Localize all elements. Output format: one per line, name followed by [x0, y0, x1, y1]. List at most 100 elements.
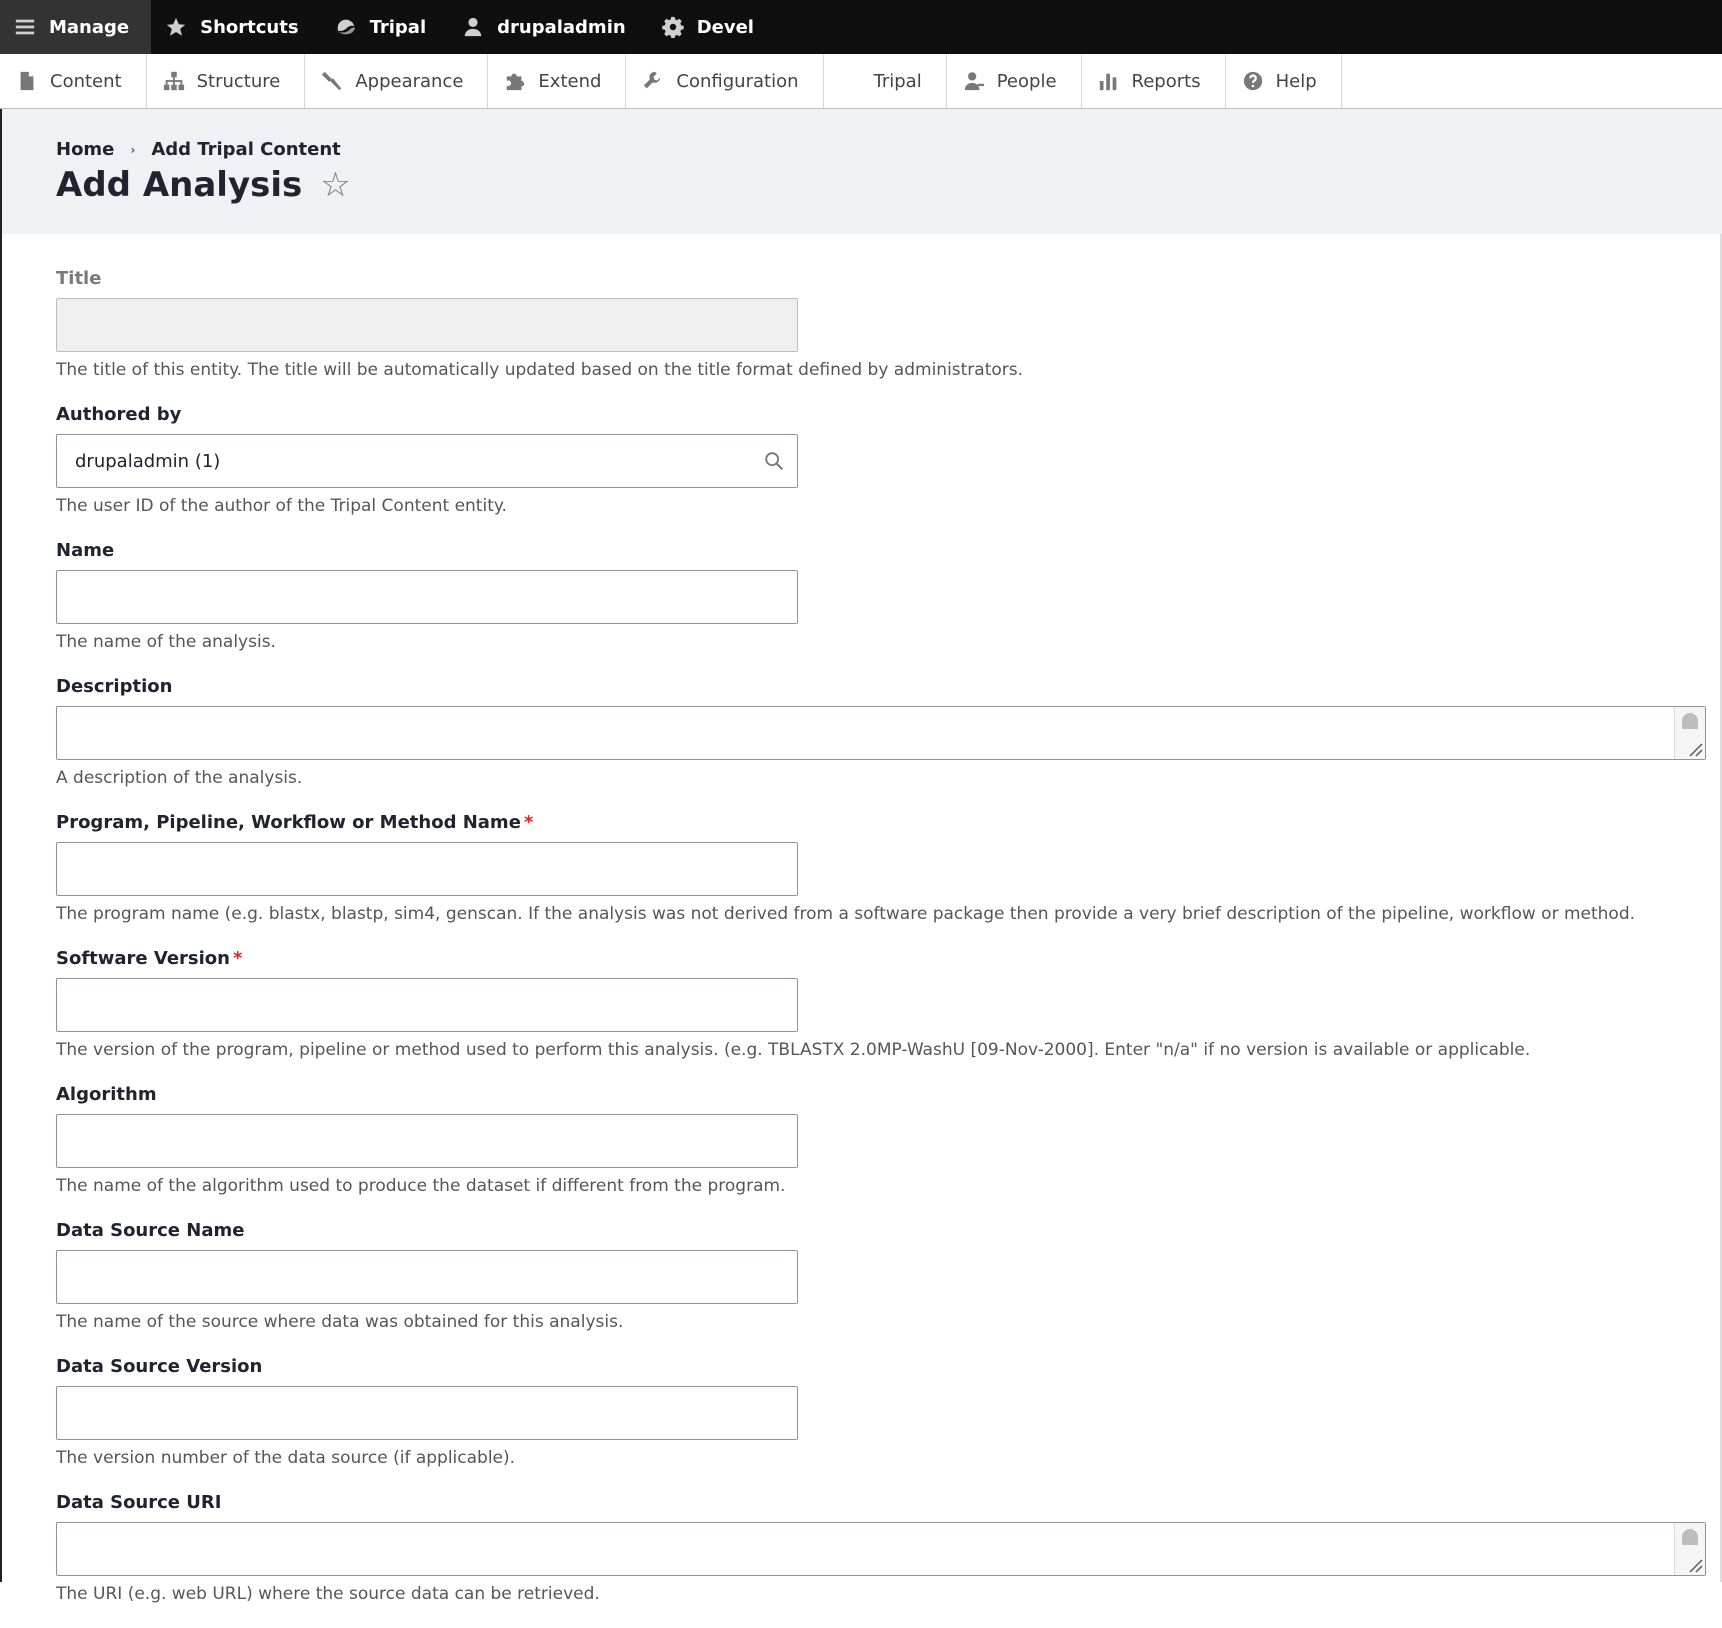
breadcrumb: Home › Add Tripal Content — [56, 139, 341, 160]
data-source-version-label: Data Source Version — [56, 1356, 263, 1377]
toolbar-devel[interactable]: Devel — [648, 0, 776, 54]
people-icon — [964, 72, 984, 91]
tray-item-content[interactable]: Content — [0, 54, 147, 108]
software-version-label: Software Version * — [56, 948, 1706, 972]
title-label: Title — [56, 268, 102, 289]
tray-item-tripal[interactable]: Tripal — [824, 54, 947, 108]
shortcut-star-icon[interactable]: ☆ — [320, 165, 350, 205]
scroll-thumb[interactable] — [1682, 713, 1698, 729]
tray-item-label: Content — [50, 70, 122, 92]
data-source-uri-field: Data Source URI The URI (e.g. web URL) w… — [56, 1492, 1706, 1608]
toolbar-item-label: Tripal — [369, 16, 427, 38]
name-input[interactable] — [56, 570, 798, 624]
data-source-version-description: The version number of the data source (i… — [56, 1448, 516, 1468]
scroll-thumb[interactable] — [1682, 1529, 1698, 1545]
page-title: Add Analysis ☆ — [56, 165, 351, 205]
toolbar-user[interactable]: drupaladmin — [448, 0, 648, 54]
toolbar-item-label: Devel — [696, 16, 754, 38]
algorithm-label: Algorithm — [56, 1084, 157, 1105]
toolbar-item-label: Shortcuts — [200, 16, 299, 38]
help-icon — [1243, 71, 1262, 91]
authored-by-input[interactable]: drupaladmin (1) — [56, 434, 798, 488]
gear-icon — [661, 16, 684, 38]
data-source-uri-textarea[interactable] — [56, 1522, 1706, 1576]
tray-item-label: Reports — [1131, 70, 1201, 92]
required-marker: * — [233, 948, 243, 969]
program-description: The program name (e.g. blastx, blastp, s… — [56, 904, 1636, 924]
algorithm-input[interactable] — [56, 1114, 798, 1168]
resize-grip-icon[interactable] — [1687, 741, 1703, 757]
tray-item-label: People — [996, 70, 1057, 92]
data-source-uri-label: Data Source URI — [56, 1492, 222, 1513]
tray-item-configuration[interactable]: Configuration — [626, 54, 824, 108]
software-version-input[interactable] — [56, 978, 798, 1032]
toolbar-tray: Content Structure Appearance Extend Conf… — [0, 54, 1722, 109]
puzzle-icon — [507, 73, 525, 91]
data-source-version-field: Data Source Version The version number o… — [56, 1356, 1706, 1472]
tray-item-label: Tripal — [873, 70, 922, 92]
page-header: Home › Add Tripal Content Add Analysis ☆ — [2, 109, 1722, 234]
program-field: Program, Pipeline, Workflow or Method Na… — [56, 812, 1706, 928]
tray-item-label: Extend — [538, 70, 602, 92]
breadcrumb-add-tripal-content-link[interactable]: Add Tripal Content — [151, 139, 340, 160]
software-version-description: The version of the program, pipeline or … — [56, 1040, 1531, 1060]
tray-item-label: Appearance — [355, 70, 464, 92]
user-icon — [464, 17, 482, 37]
tray-item-reports[interactable]: Reports — [1082, 54, 1226, 108]
breadcrumb-separator: › — [130, 142, 136, 157]
tray-item-people[interactable]: People — [947, 54, 1082, 108]
toolbar-manage[interactable]: Manage — [0, 0, 152, 54]
data-source-uri-description: The URI (e.g. web URL) where the source … — [56, 1584, 600, 1604]
menu-icon — [15, 19, 35, 35]
description-label: Description — [56, 676, 173, 697]
tray-item-structure[interactable]: Structure — [147, 54, 306, 108]
software-version-field: Software Version * The version of the pro… — [56, 948, 1706, 1064]
program-label: Program, Pipeline, Workflow or Method Na… — [56, 812, 1706, 836]
tripal-icon — [337, 19, 355, 35]
file-icon — [20, 71, 34, 91]
data-source-name-input[interactable] — [56, 1250, 798, 1304]
name-field: Name The name of the analysis. — [56, 540, 1706, 656]
description-field: Description A description of the analysi… — [56, 676, 1706, 792]
tray-item-help[interactable]: Help — [1226, 54, 1342, 108]
data-source-name-field: Data Source Name The name of the source … — [56, 1220, 1706, 1336]
tray-item-label: Configuration — [676, 70, 799, 92]
star-icon — [166, 17, 186, 36]
search-icon — [765, 452, 783, 470]
data-source-version-input[interactable] — [56, 1386, 798, 1440]
admin-toolbar: Manage Shortcuts Tripal drupaladmin Deve… — [0, 0, 1722, 54]
toolbar-tripal[interactable]: Tripal — [321, 0, 449, 54]
authored-by-description: The user ID of the author of the Tripal … — [56, 496, 507, 516]
sitemap-icon — [163, 71, 184, 91]
software-version-label-text: Software Version — [56, 948, 230, 969]
authored-by-value: drupaladmin (1) — [75, 450, 221, 472]
authored-by-label: Authored by — [56, 404, 182, 425]
page-title-text: Add Analysis — [56, 165, 303, 205]
tray-item-appearance[interactable]: Appearance — [305, 54, 489, 108]
program-input[interactable] — [56, 842, 798, 896]
tray-item-label: Structure — [196, 70, 281, 92]
name-label: Name — [56, 540, 115, 561]
data-source-name-label: Data Source Name — [56, 1220, 245, 1241]
description-description: A description of the analysis. — [56, 768, 303, 788]
title-field: Title The title of this entity. The titl… — [56, 268, 1706, 384]
paintbrush-icon — [322, 71, 342, 91]
tray-item-label: Help — [1275, 70, 1317, 92]
toolbar-shortcuts[interactable]: Shortcuts — [151, 0, 320, 54]
title-input — [56, 298, 798, 352]
breadcrumb-home-link[interactable]: Home — [56, 139, 114, 160]
name-description: The name of the analysis. — [56, 632, 276, 652]
bar-chart-icon — [1099, 73, 1116, 91]
data-source-name-description: The name of the source where data was ob… — [56, 1312, 624, 1332]
algorithm-description: The name of the algorithm used to produc… — [56, 1176, 786, 1196]
title-description: The title of this entity. The title will… — [56, 360, 1024, 380]
algorithm-field: Algorithm The name of the algorithm used… — [56, 1084, 1706, 1200]
required-marker: * — [523, 812, 534, 833]
tray-item-extend[interactable]: Extend — [488, 54, 627, 108]
authored-by-field: Authored by drupaladmin (1) The user ID … — [56, 404, 1706, 520]
description-textarea[interactable] — [56, 706, 1706, 760]
wrench-icon — [644, 71, 661, 89]
add-analysis-form: Title The title of this entity. The titl… — [56, 268, 1706, 1628]
program-label-text: Program, Pipeline, Workflow or Method Na… — [56, 812, 521, 833]
resize-grip-icon[interactable] — [1687, 1557, 1703, 1573]
